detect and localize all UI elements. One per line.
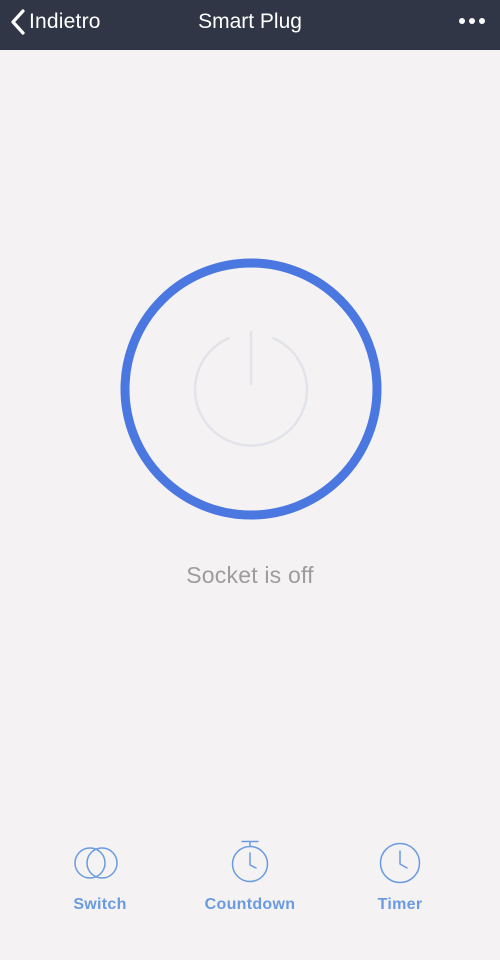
chevron-left-icon [11, 9, 25, 35]
switch-toggle-icon [74, 847, 118, 879]
socket-status-text: Socket is off [186, 562, 314, 588]
clock-icon [379, 842, 421, 884]
power-icon [193, 330, 309, 447]
more-options-button[interactable] [458, 12, 488, 32]
back-label: Indietro [29, 10, 101, 33]
stopwatch-icon [231, 840, 269, 883]
tab-timer-label: Timer [377, 896, 423, 913]
power-ring [120, 258, 382, 520]
power-toggle-button[interactable] [120, 258, 382, 520]
more-dots-icon [459, 18, 485, 24]
tab-switch[interactable]: Switch [35, 838, 165, 914]
tab-countdown[interactable]: Countdown [185, 838, 315, 914]
tab-switch-label: Switch [73, 896, 127, 913]
tab-countdown-label: Countdown [204, 896, 296, 913]
tab-timer[interactable]: Timer [335, 838, 465, 914]
top-navigation-bar: Indietro Smart Plug [0, 0, 500, 50]
back-button[interactable]: Indietro [10, 0, 101, 44]
